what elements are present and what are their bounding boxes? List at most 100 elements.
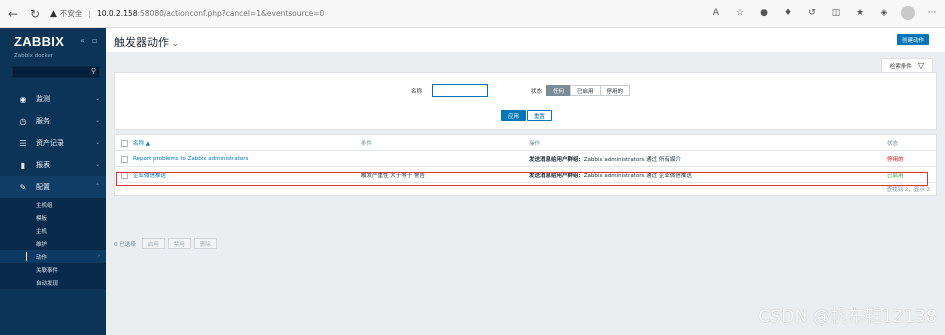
search-icon[interactable]: ⚲ bbox=[91, 67, 96, 75]
chevron-down-icon: ⌄ bbox=[94, 117, 100, 124]
create-action-button[interactable]: 创建动作 bbox=[896, 34, 929, 45]
chevron-down-icon: ⌄ bbox=[94, 161, 100, 168]
actions-table: 名称 ▲ 条件 操作 状态 Report problems to Zabbix … bbox=[114, 134, 937, 196]
filter-icon: ▽ bbox=[917, 61, 924, 70]
submenu-label: 关联事件 bbox=[36, 267, 59, 274]
submenu-label: 自动发现 bbox=[36, 280, 59, 287]
extension-icon[interactable]: ● bbox=[757, 5, 771, 21]
more-icon[interactable]: ··· bbox=[925, 5, 939, 21]
active-indicator bbox=[26, 252, 27, 261]
submenu-label: 主机 bbox=[36, 228, 48, 235]
column-name[interactable]: 名称 ▲ bbox=[133, 135, 150, 151]
menu-item-inventory[interactable]: ☰ 资产记录 ⌄ bbox=[0, 132, 106, 154]
action-operation: 发送消息给用户群组: Zabbix administrators 通过 所有媒介 bbox=[529, 151, 681, 167]
menu-label: 服务 bbox=[36, 117, 50, 125]
operation-label: 发送消息给用户群组: bbox=[529, 173, 581, 179]
collections-icon[interactable]: ◈ bbox=[877, 5, 891, 21]
submenu-item-templates[interactable]: 模板 bbox=[0, 211, 106, 224]
favorites-list-icon[interactable]: ★ bbox=[853, 5, 867, 21]
page-title-text: 触发器动作 bbox=[114, 36, 169, 49]
collapse-sidebar-icon[interactable]: « bbox=[80, 36, 85, 45]
menu-item-reports[interactable]: ▮ 报表 ⌄ bbox=[0, 154, 106, 176]
action-name-link[interactable]: Report problems to Zabbix administrators bbox=[133, 151, 248, 167]
operation-text: Zabbix administrators 通过 所有媒介 bbox=[583, 157, 681, 163]
status-option-any[interactable]: 任何 bbox=[546, 85, 572, 96]
status-option-disabled[interactable]: 停用的 bbox=[599, 85, 631, 96]
row-checkbox[interactable] bbox=[121, 151, 128, 167]
table-header: 名称 ▲ 条件 操作 状态 bbox=[115, 135, 936, 151]
list-icon: ☰ bbox=[19, 138, 27, 148]
url-host: 10.0.2.158 bbox=[96, 9, 138, 18]
kiosk-mode-icon[interactable]: ▫ bbox=[92, 36, 97, 45]
submenu-item-discovery[interactable]: 自动发现 bbox=[0, 276, 106, 289]
status-option-enabled[interactable]: 已启用 bbox=[570, 85, 601, 96]
reset-button[interactable]: 重置 bbox=[527, 110, 553, 121]
refresh-page-icon[interactable]: ↺ bbox=[805, 5, 819, 21]
mass-action-bar: 0 已选择 启用 禁用 删除 bbox=[114, 238, 217, 249]
watermark: CSDN @帆布鞋12138 bbox=[758, 307, 937, 327]
action-name-link[interactable]: 企业微信推送 bbox=[133, 167, 166, 183]
apply-button[interactable]: 应用 bbox=[501, 110, 527, 121]
page-header: 触发器动作 ⌄ 创建动作 bbox=[106, 28, 945, 52]
submenu-item-maintenance[interactable]: 维护 bbox=[0, 237, 106, 250]
action-operation: 发送消息给用户群组: Zabbix administrators 通过 企业微信… bbox=[529, 167, 692, 183]
filter-tab[interactable]: 检索条件 ▽ bbox=[880, 58, 933, 72]
checkbox[interactable] bbox=[121, 139, 128, 147]
bar-chart-icon: ▮ bbox=[20, 160, 26, 170]
action-condition: 触发严重性 大于等于 警告 bbox=[361, 173, 425, 179]
address-bar[interactable]: ▲ 不安全 | 10.0.2.158 :58080/actionconf.php… bbox=[50, 8, 324, 19]
filter-panel: 名称 状态 任何 已启用 停用的 应用 重置 bbox=[114, 72, 937, 130]
filter-tab-label: 检索条件 bbox=[889, 63, 912, 70]
operation-label: 发送消息给用户群组: bbox=[529, 157, 581, 163]
zabbix-logo[interactable]: ZABBIX bbox=[14, 34, 64, 49]
submenu-item-correlation[interactable]: 关联事件 bbox=[0, 263, 106, 276]
chevron-right-icon: › bbox=[98, 253, 100, 259]
main-menu: ◉ 监测 ⌄ ◷ 服务 ⌄ ☰ 资产记录 ⌄ ▮ 报表 ⌄ ✎ 配置 ⌃ 主机组… bbox=[0, 88, 106, 289]
disable-button[interactable]: 禁用 bbox=[167, 238, 191, 249]
warning-icon: ▲ bbox=[50, 8, 57, 19]
delete-button[interactable]: 删除 bbox=[193, 238, 217, 249]
address-separator: | bbox=[88, 9, 91, 18]
configuration-submenu: 主机组 模板 主机 维护 动作 › 关联事件 自动发现 bbox=[0, 198, 106, 289]
status-label: 状态 bbox=[531, 89, 543, 95]
submenu-item-actions[interactable]: 动作 › bbox=[0, 250, 106, 263]
profile-avatar[interactable] bbox=[901, 6, 915, 20]
read-aloud-icon[interactable]: A bbox=[709, 5, 723, 21]
menu-label: 监测 bbox=[36, 95, 50, 103]
submenu-item-host-groups[interactable]: 主机组 bbox=[0, 198, 106, 211]
column-status: 状态 bbox=[887, 141, 899, 147]
extension-icon[interactable]: ♦ bbox=[781, 5, 795, 21]
submenu-item-hosts[interactable]: 主机 bbox=[0, 224, 106, 237]
wrench-icon: ✎ bbox=[19, 182, 27, 192]
status-toggle-link[interactable]: 停用的 bbox=[887, 151, 904, 167]
name-input[interactable] bbox=[432, 84, 488, 97]
chevron-down-icon[interactable]: ⌄ bbox=[172, 39, 179, 48]
checkbox[interactable] bbox=[121, 171, 128, 179]
chevron-down-icon: ⌄ bbox=[94, 139, 100, 146]
eye-icon: ◉ bbox=[19, 94, 27, 104]
sidebar: ZABBIX « ▫ Zabbix docker ⚲ ◉ 监测 ⌄ ◷ 服务 ⌄… bbox=[0, 28, 106, 335]
url-path: :58080/actionconf.php?cancel=1&eventsour… bbox=[137, 9, 325, 18]
menu-item-services[interactable]: ◷ 服务 ⌄ bbox=[0, 110, 106, 132]
refresh-icon[interactable]: ↻ bbox=[26, 5, 44, 23]
browser-toolbar: ← ↻ ▲ 不安全 | 10.0.2.158 :58080/actionconf… bbox=[0, 0, 945, 28]
chevron-up-icon: ⌃ bbox=[94, 183, 100, 190]
submenu-label: 主机组 bbox=[36, 202, 53, 209]
browser-tools: A ☆ ● ♦ ↺ ◫ ★ ◈ ··· bbox=[709, 5, 939, 21]
enable-button[interactable]: 启用 bbox=[141, 238, 165, 249]
split-screen-icon[interactable]: ◫ bbox=[829, 5, 843, 21]
row-checkbox[interactable] bbox=[121, 167, 128, 183]
menu-label: 报表 bbox=[36, 161, 50, 169]
back-icon[interactable]: ← bbox=[4, 5, 22, 23]
sidebar-search-input[interactable]: ⚲ bbox=[12, 66, 100, 78]
menu-item-configuration[interactable]: ✎ 配置 ⌃ bbox=[0, 176, 106, 198]
menu-label: 资产记录 bbox=[36, 139, 64, 147]
checkbox[interactable] bbox=[121, 155, 128, 163]
favorite-icon[interactable]: ☆ bbox=[733, 5, 747, 21]
select-all-checkbox[interactable] bbox=[121, 135, 128, 151]
page-title[interactable]: 触发器动作 ⌄ bbox=[114, 34, 179, 50]
menu-item-monitoring[interactable]: ◉ 监测 ⌄ bbox=[0, 88, 106, 110]
table-stats: 查找到 2，显示 2 bbox=[886, 187, 931, 193]
status-toggle-link[interactable]: 已启用 bbox=[887, 167, 904, 183]
server-name: Zabbix docker bbox=[14, 53, 54, 59]
